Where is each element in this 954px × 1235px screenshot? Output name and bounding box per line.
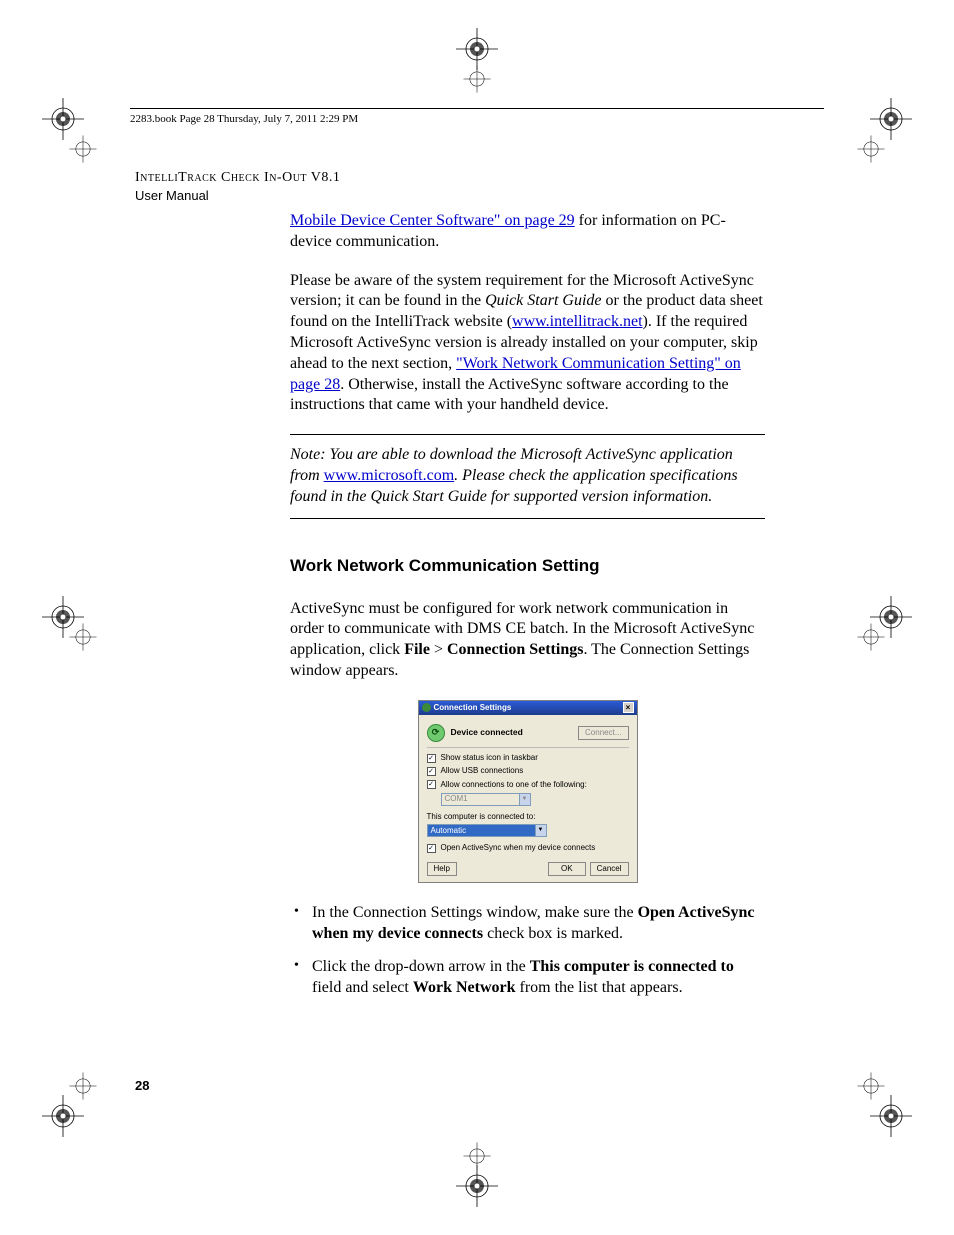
cancel-button[interactable]: Cancel xyxy=(590,862,629,876)
header-divider xyxy=(130,108,824,109)
link-mobile-device-center[interactable]: Mobile Device Center Software" on page 2… xyxy=(290,212,575,229)
close-icon[interactable]: × xyxy=(623,702,634,713)
text: check box is marked. xyxy=(483,925,623,942)
list-item: In the Connection Settings window, make … xyxy=(290,903,765,945)
connected-to-select[interactable]: Automatic ▼ xyxy=(427,824,547,837)
connection-settings-dialog: Connection Settings × ⟳ Device connected… xyxy=(418,700,638,883)
note-block: Note: You are able to download the Micro… xyxy=(290,434,765,518)
crop-mark-icon xyxy=(857,623,884,650)
connect-button[interactable]: Connect... xyxy=(578,726,628,740)
list-item: Click the drop-down arrow in the This co… xyxy=(290,957,765,999)
crop-mark-icon xyxy=(456,1165,498,1207)
link-intellitrack[interactable]: www.intellitrack.net xyxy=(512,313,642,330)
page-number: 28 xyxy=(135,1078,149,1093)
checkbox-open-activesync[interactable]: ✓ xyxy=(427,844,436,853)
device-status: Device connected xyxy=(451,727,579,738)
chevron-down-icon: ▼ xyxy=(519,794,530,805)
checkbox-allow-connections[interactable]: ✓ xyxy=(427,780,436,789)
text-bold: Work Network xyxy=(413,979,516,996)
dialog-titlebar: Connection Settings × xyxy=(419,701,637,715)
paragraph: Mobile Device Center Software" on page 2… xyxy=(290,211,765,253)
com-port-select[interactable]: COM1 ▼ xyxy=(441,793,531,806)
text-bold: This computer is connected to xyxy=(530,958,734,975)
help-button[interactable]: Help xyxy=(427,862,457,876)
running-title: IntelliTrack Check In-Out V8.1 xyxy=(135,170,765,186)
checkbox-usb[interactable]: ✓ xyxy=(427,767,436,776)
link-microsoft[interactable]: www.microsoft.com xyxy=(324,467,455,484)
text: In the Connection Settings window, make … xyxy=(312,904,638,921)
checkbox-status-icon[interactable]: ✓ xyxy=(427,754,436,763)
section-heading: Work Network Communication Setting xyxy=(290,555,765,577)
dialog-screenshot: Connection Settings × ⟳ Device connected… xyxy=(290,700,765,883)
sync-app-icon xyxy=(422,703,431,712)
crop-mark-icon xyxy=(456,28,498,70)
crop-mark-icon xyxy=(870,1095,912,1137)
text: field and select xyxy=(312,979,413,996)
crop-mark-icon xyxy=(857,135,884,162)
crop-mark-icon xyxy=(857,1072,884,1099)
select-value: COM1 xyxy=(445,794,468,804)
sync-status-icon: ⟳ xyxy=(427,724,445,742)
crop-mark-icon xyxy=(69,135,96,162)
dialog-title-text: Connection Settings xyxy=(434,703,512,713)
checkbox-label: Allow connections to one of the followin… xyxy=(441,780,587,790)
crop-mark-icon xyxy=(463,1142,490,1169)
crop-mark-icon xyxy=(463,65,490,92)
text-bold: File xyxy=(404,641,430,658)
text-bold: Connection Settings xyxy=(447,641,583,658)
text-italic: Quick Start Guide xyxy=(485,292,601,309)
crop-mark-icon xyxy=(69,1072,96,1099)
text: Click the drop-down arrow in the xyxy=(312,958,530,975)
text: > xyxy=(430,641,447,658)
file-stamp: 2283.book Page 28 Thursday, July 7, 2011… xyxy=(130,113,358,125)
text: . Otherwise, install the ActiveSync soft… xyxy=(290,376,729,414)
crop-mark-icon xyxy=(870,98,912,140)
select-value: Automatic xyxy=(431,826,467,836)
checkbox-label: Show status icon in taskbar xyxy=(441,753,538,763)
paragraph: Please be aware of the system requiremen… xyxy=(290,271,765,417)
crop-mark-icon xyxy=(42,98,84,140)
checkbox-label: Open ActiveSync when my device connects xyxy=(441,843,596,853)
checkbox-label: Allow USB connections xyxy=(441,766,524,776)
ok-button[interactable]: OK xyxy=(548,862,586,876)
running-subtitle: User Manual xyxy=(135,188,765,203)
crop-mark-icon xyxy=(69,623,96,650)
crop-mark-icon xyxy=(42,1095,84,1137)
paragraph: ActiveSync must be configured for work n… xyxy=(290,599,765,682)
text: from the list that appears. xyxy=(516,979,683,996)
chevron-down-icon: ▼ xyxy=(535,825,546,836)
label: This computer is connected to: xyxy=(427,812,629,822)
